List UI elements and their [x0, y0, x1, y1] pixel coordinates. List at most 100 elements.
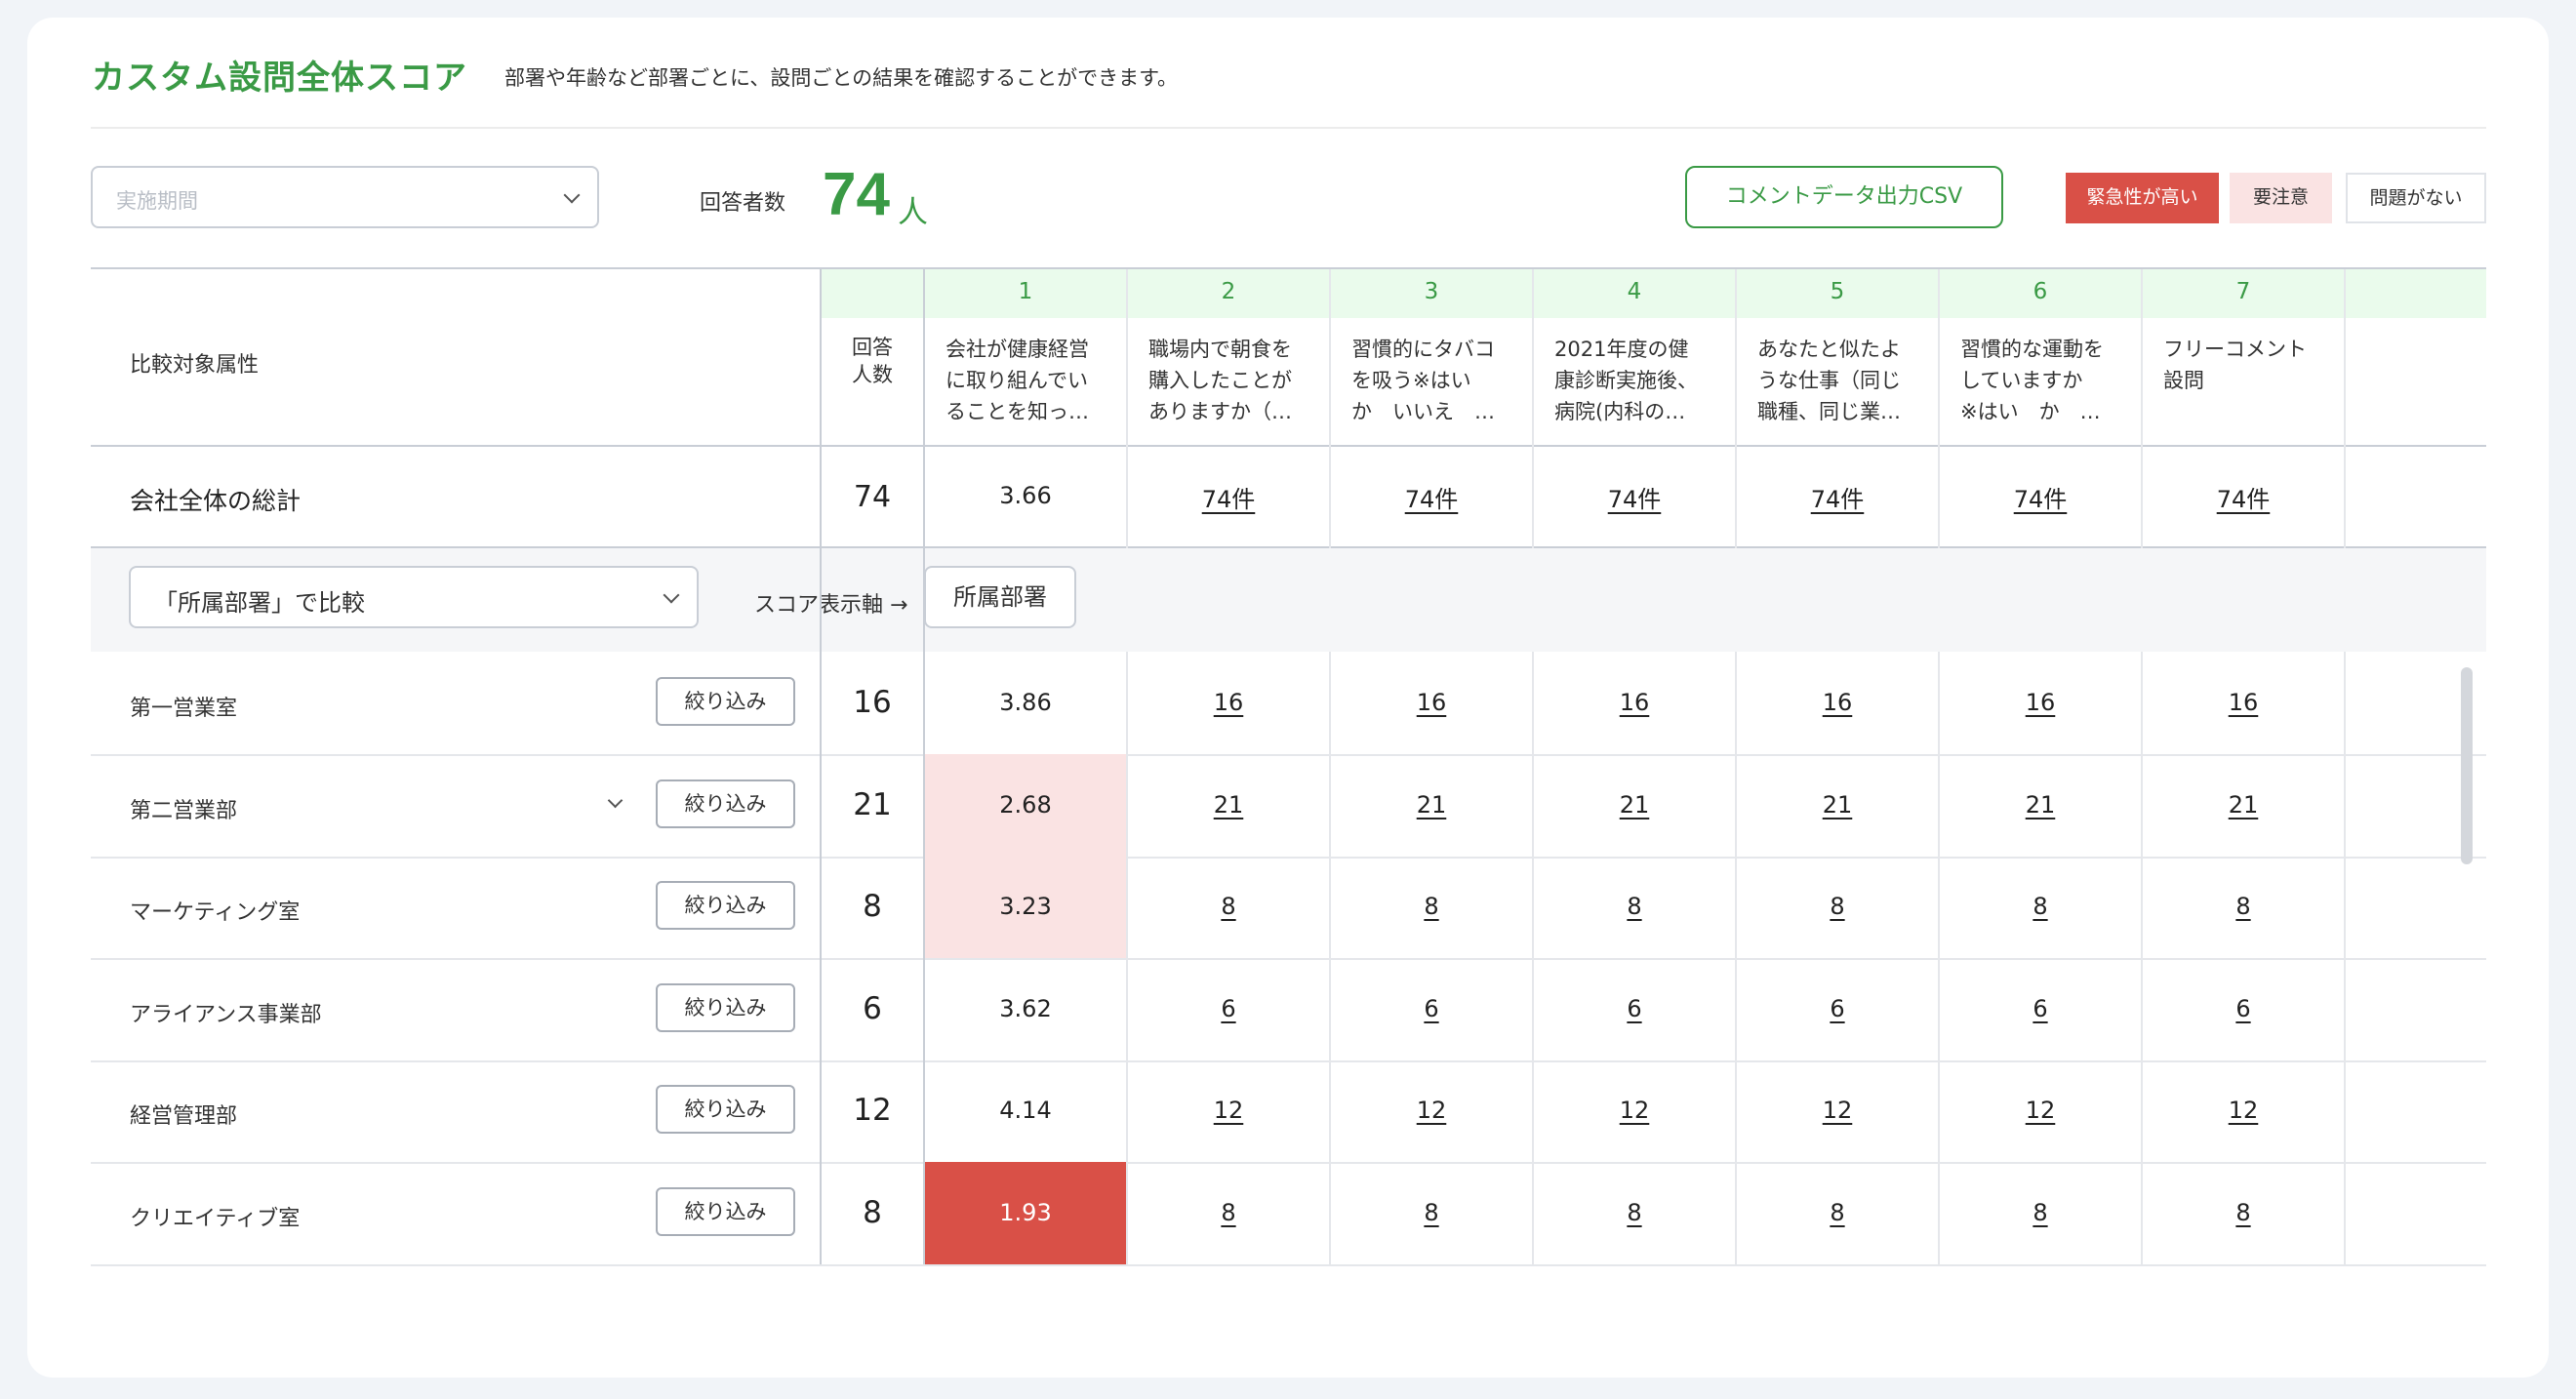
attr-header: 比較対象属性: [130, 353, 260, 378]
header-divider: [91, 127, 2486, 129]
column-divider: [1735, 269, 1737, 548]
column-divider: [2344, 958, 2346, 1060]
count-link[interactable]: 21: [1533, 791, 1736, 819]
count-link[interactable]: 21: [1330, 791, 1533, 819]
count-link[interactable]: 8: [2142, 1199, 2345, 1226]
count-header: 回答 人数: [852, 336, 893, 386]
score-table: 比較対象属性 回答 人数 1 2 3 4 5 6 7 会社が健康経営 に取り組ん…: [91, 267, 2486, 1266]
column-divider: [2344, 269, 2346, 548]
question-text[interactable]: 2021年度の健 康診断実施後、 病院(内科の…: [1554, 334, 1730, 431]
column-divider: [1532, 269, 1534, 548]
column-divider: [1532, 1162, 1534, 1264]
compare-select[interactable]: 「所属部署」で比較: [129, 566, 699, 628]
filter-button[interactable]: 絞り込み: [656, 1085, 795, 1134]
count-link[interactable]: 12: [2142, 1097, 2345, 1124]
filter-button[interactable]: 絞り込み: [656, 881, 795, 930]
column-divider: [2141, 269, 2143, 548]
question-number: 5: [1830, 279, 1845, 304]
total-link[interactable]: 74件: [1939, 480, 2142, 514]
count-link[interactable]: 8: [2142, 893, 2345, 920]
legend-warn: 要注意: [2230, 173, 2332, 223]
question-text[interactable]: 職場内で朝食を 購入したことが ありますか（…: [1148, 334, 1324, 431]
score-axis-button[interactable]: 所属部署: [924, 566, 1076, 628]
count-link[interactable]: 16: [1533, 689, 1736, 716]
column-divider: [1938, 958, 1940, 1060]
count-link[interactable]: 12: [1533, 1097, 1736, 1124]
total-link[interactable]: 74件: [1330, 480, 1533, 514]
count-link[interactable]: 12: [1127, 1097, 1330, 1124]
legend-ok: 問題がない: [2346, 173, 2486, 223]
total-link[interactable]: 74件: [1736, 480, 1939, 514]
column-divider: [1938, 652, 1940, 754]
question-text[interactable]: 習慣的な運動を していますか ※はい か …: [1960, 334, 2136, 431]
total-score: 3.66: [999, 482, 1052, 509]
count-link[interactable]: 6: [2142, 995, 2345, 1022]
question-number: 3: [1424, 279, 1439, 304]
count-link[interactable]: 8: [1533, 1199, 1736, 1226]
csv-export-button[interactable]: コメントデータ出力CSV: [1685, 166, 2003, 228]
question-text[interactable]: フリーコメント 設問: [2163, 334, 2339, 431]
count-link[interactable]: 16: [1736, 689, 1939, 716]
count-link[interactable]: 21: [1127, 791, 1330, 819]
column-divider: [1735, 754, 1737, 857]
count-link[interactable]: 12: [1736, 1097, 1939, 1124]
count-link[interactable]: 8: [1330, 1199, 1533, 1226]
legend-high: 緊急性が高い: [2066, 173, 2219, 223]
count-link[interactable]: 21: [1939, 791, 2142, 819]
column-divider: [1532, 856, 1534, 958]
count-link[interactable]: 6: [1939, 995, 2142, 1022]
column-divider: [1735, 1059, 1737, 1162]
count-link[interactable]: 6: [1330, 995, 1533, 1022]
count-link[interactable]: 12: [1330, 1097, 1533, 1124]
count-link[interactable]: 16: [1939, 689, 2142, 716]
count-link[interactable]: 12: [1939, 1097, 2142, 1124]
column-divider: [1329, 1059, 1331, 1162]
page-title: カスタム設問全体スコア: [92, 59, 467, 98]
count-link[interactable]: 8: [1330, 893, 1533, 920]
count-link[interactable]: 16: [2142, 689, 2345, 716]
count-link[interactable]: 6: [1533, 995, 1736, 1022]
count-link[interactable]: 8: [1736, 893, 1939, 920]
column-divider: [1126, 269, 1128, 548]
column-divider: [2344, 1059, 2346, 1162]
column-divider: [2344, 652, 2346, 754]
count-link[interactable]: 21: [1736, 791, 1939, 819]
question-text[interactable]: 習慣的にタバコ を吸う※はい か いいえ …: [1351, 334, 1527, 431]
period-select[interactable]: 実施期間: [91, 166, 599, 228]
column-divider: [1735, 958, 1737, 1060]
column-divider: [1126, 1059, 1128, 1162]
row-rule: [91, 958, 2486, 960]
chevron-down-icon[interactable]: [607, 792, 624, 809]
question-number: 7: [2235, 279, 2251, 304]
filter-button[interactable]: 絞り込み: [656, 1187, 795, 1236]
count-link[interactable]: 6: [1127, 995, 1330, 1022]
chevron-down-icon: [663, 586, 680, 604]
column-divider: [820, 269, 822, 1264]
total-link[interactable]: 74件: [2142, 480, 2345, 514]
filter-button[interactable]: 絞り込み: [656, 677, 795, 726]
count-link[interactable]: 21: [2142, 791, 2345, 819]
total-link[interactable]: 74件: [1533, 480, 1736, 514]
filter-button[interactable]: 絞り込み: [656, 983, 795, 1032]
count-link[interactable]: 6: [1736, 995, 1939, 1022]
row-count: 21: [853, 787, 892, 822]
score-value: 3.86: [999, 689, 1052, 716]
count-link[interactable]: 8: [1533, 893, 1736, 920]
count-link[interactable]: 8: [1127, 1199, 1330, 1226]
filter-button[interactable]: 絞り込み: [656, 779, 795, 828]
count-link[interactable]: 16: [1127, 689, 1330, 716]
vertical-scrollbar[interactable]: [2461, 667, 2473, 864]
question-text[interactable]: あなたと似たよ うな仕事（同じ 職種、同じ業…: [1757, 334, 1933, 431]
count-link[interactable]: 16: [1330, 689, 1533, 716]
question-text[interactable]: 会社が健康経営 に取り組んでい ることを知っ…: [946, 334, 1121, 431]
respondents-unit: 人: [898, 195, 928, 230]
total-link[interactable]: 74件: [1127, 480, 1330, 514]
count-link[interactable]: 8: [1736, 1199, 1939, 1226]
column-divider: [1126, 754, 1128, 857]
row-count: 16: [853, 685, 892, 720]
count-link[interactable]: 8: [1127, 893, 1330, 920]
count-link[interactable]: 8: [1939, 893, 2142, 920]
count-link[interactable]: 8: [1939, 1199, 2142, 1226]
column-divider: [2344, 856, 2346, 958]
column-divider: [2141, 1162, 2143, 1264]
